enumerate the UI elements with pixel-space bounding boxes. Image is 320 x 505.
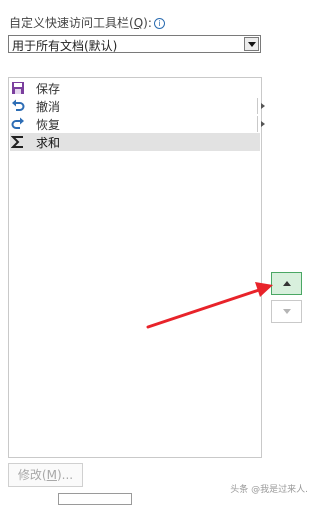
watermark: 头条 @我是过来人. [230, 485, 308, 495]
red-annotation-arrow [146, 282, 273, 329]
